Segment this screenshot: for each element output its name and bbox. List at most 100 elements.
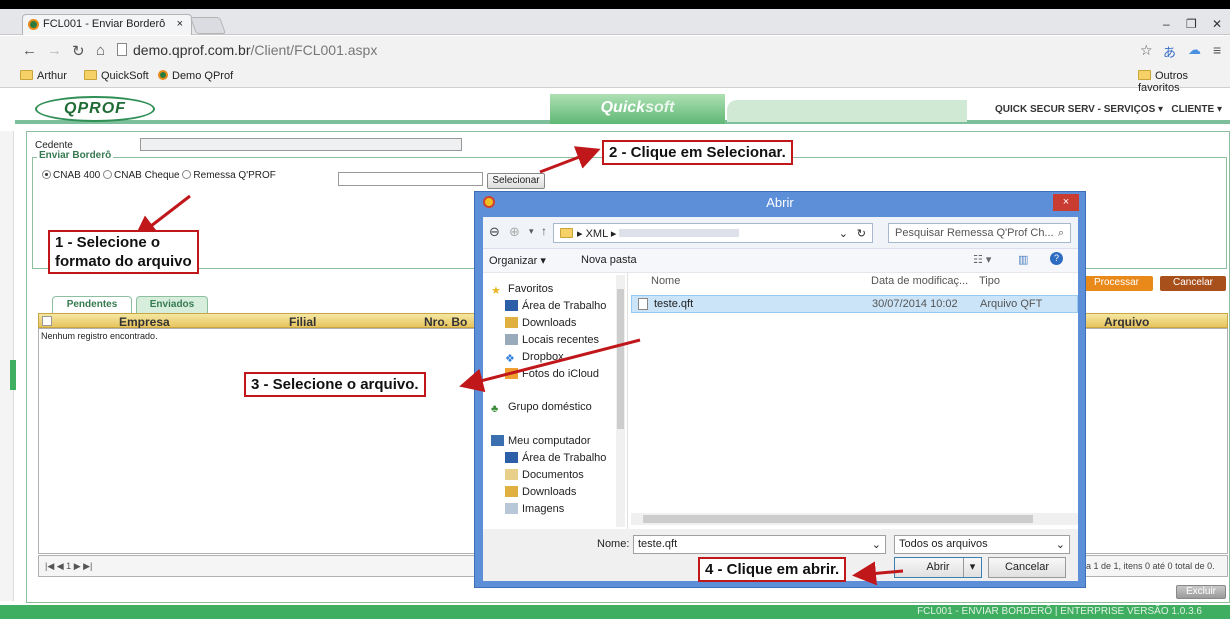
back-icon[interactable]: ← bbox=[22, 42, 37, 59]
refresh-icon[interactable]: ↻ bbox=[857, 227, 866, 240]
tab-title: FCL001 - Enviar Borderô bbox=[43, 18, 166, 30]
tree-grupo-domestico[interactable]: ♣ Grupo doméstico bbox=[491, 401, 592, 415]
column-tipo[interactable]: Tipo bbox=[979, 275, 1000, 287]
minimize-icon[interactable]: – bbox=[1163, 17, 1170, 31]
chevron-down-icon[interactable]: ⌄ bbox=[839, 227, 848, 240]
tree-documentos[interactable]: Documentos bbox=[505, 469, 584, 481]
select-file-button[interactable]: Selecionar bbox=[487, 173, 545, 189]
empty-message: Nenhum registro encontrado. bbox=[41, 331, 158, 341]
file-row-teste[interactable]: teste.qft 30/07/2014 10:02 Arquivo QFT bbox=[631, 295, 1078, 313]
star-icon: ★ bbox=[491, 285, 501, 297]
radio-cnab-cheque[interactable]: CNAB Cheque bbox=[103, 170, 180, 181]
pager-controls[interactable]: |◀ ◀ 1 ▶ ▶| bbox=[45, 561, 92, 572]
file-type-filter[interactable]: Todos os arquivos ⌄ bbox=[894, 535, 1070, 554]
callout-step4: 4 - Clique em abrir. bbox=[698, 557, 847, 582]
chevron-down-icon[interactable]: ⌄ bbox=[872, 538, 881, 551]
restore-icon[interactable]: ❐ bbox=[1186, 17, 1197, 31]
tree-imagens[interactable]: Imagens bbox=[505, 503, 564, 515]
app-header: QPROF Quicksoft QUICK SECUR SERV - SERVI… bbox=[15, 94, 1230, 124]
preview-pane-icon[interactable]: ▥ bbox=[1018, 253, 1028, 266]
column-filial[interactable]: Filial bbox=[289, 315, 316, 329]
file-name-input[interactable]: teste.qft ⌄ bbox=[633, 535, 886, 554]
help-icon[interactable]: ? bbox=[1050, 252, 1063, 265]
folder-icon bbox=[20, 70, 33, 80]
close-window-icon[interactable]: ✕ bbox=[1212, 17, 1222, 31]
star-icon[interactable]: ☆ bbox=[1140, 42, 1153, 59]
side-collapse-handle[interactable] bbox=[10, 360, 16, 390]
bookmark-demo-qprof[interactable]: Demo QProf bbox=[158, 70, 233, 82]
radio-selected-icon[interactable] bbox=[42, 170, 51, 179]
back-icon[interactable]: ⊖ bbox=[489, 224, 500, 240]
path-breadcrumb[interactable]: ▸ XML ▸ ⌄ ↻ bbox=[553, 223, 873, 243]
tree-area-trabalho[interactable]: Área de Trabalho bbox=[505, 300, 606, 312]
radio-icon[interactable] bbox=[182, 170, 192, 179]
tree-scrollbar[interactable] bbox=[616, 275, 625, 527]
tree-downloads-2[interactable]: Downloads bbox=[505, 486, 576, 498]
desktop-icon bbox=[505, 452, 518, 463]
callout-step1: 1 - Selecione o formato do arquivo bbox=[48, 230, 199, 274]
tree-area-trabalho-2[interactable]: Área de Trabalho bbox=[505, 452, 606, 464]
bookmark-quicksoft[interactable]: QuickSoft bbox=[84, 70, 149, 82]
header-menus: QUICK SECUR SERV - SERVIÇOS ▾ CLIENTE ▾ bbox=[995, 104, 1222, 115]
reload-icon[interactable]: ↻ bbox=[72, 42, 85, 60]
radio-remessa-qprof[interactable]: Remessa Q'PROF bbox=[182, 170, 276, 181]
column-nome[interactable]: Nome bbox=[651, 275, 680, 287]
horizontal-scrollbar[interactable] bbox=[631, 513, 1078, 525]
chevron-down-icon[interactable]: ▾ bbox=[1217, 104, 1222, 115]
tree-dropbox[interactable]: ❖ Dropbox bbox=[505, 351, 564, 365]
tab-pendentes[interactable]: Pendentes bbox=[52, 296, 132, 313]
up-icon[interactable]: ↑ bbox=[541, 224, 547, 238]
url-field[interactable]: demo.qprof.com.br/Client/FCL001.aspx bbox=[117, 42, 377, 58]
menu-icon[interactable]: ≡ bbox=[1213, 42, 1221, 58]
radio-icon[interactable] bbox=[103, 170, 113, 179]
select-all-checkbox[interactable] bbox=[42, 316, 52, 326]
tree-fotos-icloud[interactable]: Fotos do iCloud bbox=[505, 368, 599, 380]
pager-info: a 1 de 1, itens 0 até 0 total de 0. bbox=[1086, 561, 1215, 571]
dialog-close-button[interactable]: × bbox=[1053, 194, 1079, 211]
tree-meu-computador[interactable]: Meu computador bbox=[491, 435, 591, 447]
column-data[interactable]: Data de modificaç... bbox=[871, 275, 968, 287]
chevron-down-icon[interactable]: ▾ bbox=[1158, 104, 1163, 115]
translate-icon[interactable]: あ bbox=[1163, 42, 1176, 61]
organize-menu[interactable]: Organizar ▾ bbox=[489, 254, 546, 267]
photos-icon bbox=[505, 368, 518, 379]
header-decoration bbox=[727, 100, 967, 122]
new-tab-button[interactable] bbox=[189, 17, 227, 34]
view-options-icon[interactable]: ☷ ▾ bbox=[973, 253, 991, 266]
history-dropdown-icon[interactable]: ▾ bbox=[529, 226, 534, 237]
bookmark-arthur[interactable]: Arthur bbox=[20, 70, 67, 82]
search-input[interactable]: Pesquisar Remessa Q'Prof Ch... ⌕ bbox=[888, 223, 1071, 243]
browser-tab[interactable]: FCL001 - Enviar Borderô × bbox=[22, 14, 192, 35]
folder-icon bbox=[84, 70, 97, 80]
tree-favoritos[interactable]: ★ Favoritos bbox=[491, 283, 553, 297]
client-menu[interactable]: CLIENTE bbox=[1171, 104, 1214, 115]
pictures-icon bbox=[505, 503, 518, 514]
icloud-icon[interactable]: ☁ bbox=[1188, 42, 1201, 58]
column-empresa[interactable]: Empresa bbox=[119, 315, 170, 329]
radio-cnab400[interactable]: CNAB 400 bbox=[42, 170, 100, 181]
cancel-process-button[interactable]: Cancelar bbox=[1160, 276, 1226, 291]
open-split-arrow-icon[interactable]: ▾ bbox=[963, 558, 981, 577]
bookmark-other[interactable]: Outros favoritos bbox=[1138, 70, 1230, 94]
dialog-body: ⊖ ⊕ ▾ ↑ ▸ XML ▸ ⌄ ↻ Pesquisar Remessa Q'… bbox=[483, 217, 1078, 581]
delete-button[interactable]: Excluir bbox=[1176, 585, 1226, 599]
tree-scroll-thumb[interactable] bbox=[617, 289, 624, 429]
home-icon[interactable]: ⌂ bbox=[96, 42, 105, 59]
tab-close-icon[interactable]: × bbox=[177, 18, 183, 30]
horizontal-scroll-thumb[interactable] bbox=[643, 515, 1033, 523]
file-date: 30/07/2014 10:02 bbox=[872, 298, 958, 310]
process-button[interactable]: Processar bbox=[1080, 276, 1153, 291]
dialog-cancel-button[interactable]: Cancelar bbox=[988, 557, 1066, 578]
tree-locais-recentes[interactable]: Locais recentes bbox=[505, 334, 599, 346]
forward-icon[interactable]: → bbox=[47, 42, 62, 59]
forward-icon[interactable]: ⊕ bbox=[509, 224, 520, 240]
tab-enviados[interactable]: Enviados bbox=[136, 296, 208, 313]
open-button[interactable]: Abrir ▾ bbox=[894, 557, 982, 578]
file-path-input[interactable] bbox=[338, 172, 483, 186]
company-menu[interactable]: QUICK SECUR SERV - SERVIÇOS bbox=[995, 104, 1155, 115]
chevron-down-icon[interactable]: ⌄ bbox=[1056, 538, 1065, 551]
tree-downloads[interactable]: Downloads bbox=[505, 317, 576, 329]
column-nro-bordero[interactable]: Nro. Bo bbox=[424, 315, 467, 329]
new-folder-button[interactable]: Nova pasta bbox=[581, 254, 637, 266]
column-arquivo[interactable]: Arquivo bbox=[1104, 315, 1149, 329]
